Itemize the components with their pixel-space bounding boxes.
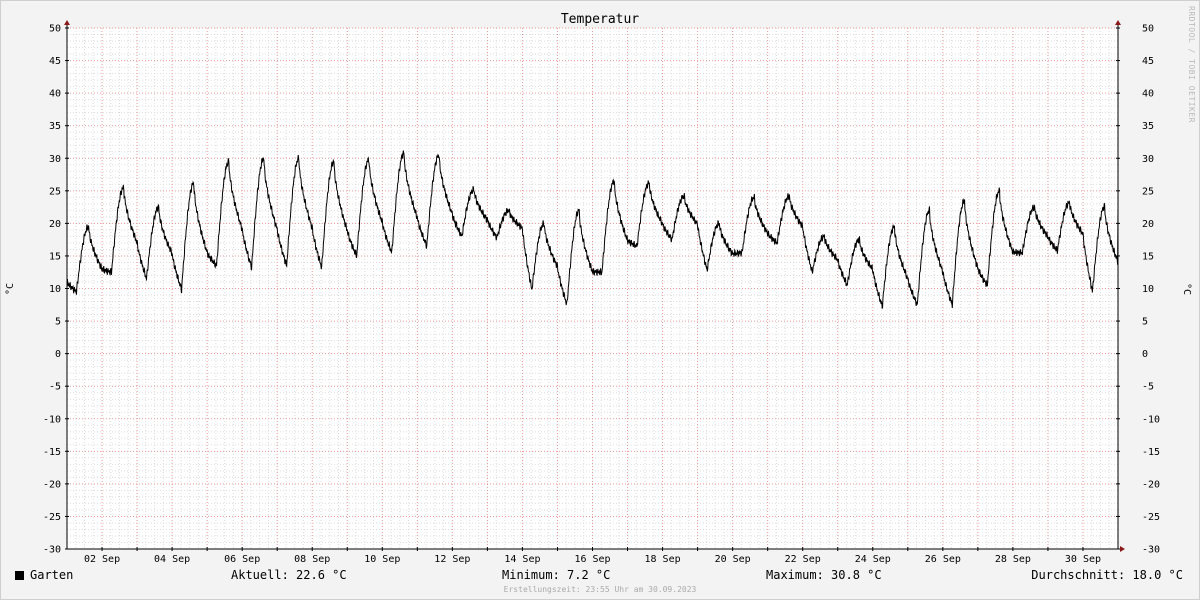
chart-title: Temperatur (561, 12, 639, 27)
x-tick-label: 22 Sep (785, 554, 821, 565)
y-axis-label-left: °C (5, 283, 16, 295)
x-tick-label: 16 Sep (574, 554, 610, 565)
y-tick-label: 15 (49, 251, 61, 262)
rrdtool-watermark: RRDTOOL / TOBI OETIKER (1187, 6, 1196, 123)
y-tick-label: 40 (49, 89, 61, 100)
y-tick-label-right: 50 (1142, 24, 1154, 35)
y-tick-label-right: 5 (1142, 317, 1148, 328)
y-tick-label: -30 (43, 545, 61, 556)
stat-minimum: Minimum: 7.2 °C (502, 568, 611, 582)
x-axis-arrow (1120, 546, 1125, 552)
y-tick-label: 5 (55, 317, 61, 328)
y-tick-label: 45 (49, 56, 61, 67)
legend-swatch (15, 571, 24, 580)
y-tick-label: 20 (49, 219, 61, 230)
stat-maximum: Maximum: 30.8 °C (766, 568, 882, 582)
x-tick-label: 14 Sep (504, 554, 540, 565)
y-tick-label-right: -15 (1142, 447, 1160, 458)
temperature-chart: -30 -30 -25 -25 -20 -20 -15 -15 -10 -10 -5 -5 0 0 5 5 10… (5, 12, 1192, 565)
stat-average: Durchschnitt: 18.0 °C (1031, 568, 1183, 582)
stat-current: Aktuell: 22.6 °C (231, 568, 347, 582)
x-tick-label: 20 Sep (715, 554, 751, 565)
y-axis-arrow-right (1115, 20, 1121, 25)
y-tick-label-right: 30 (1142, 154, 1154, 165)
x-tick-labels: 02 Sep 04 Sep 06 Sep 08 Sep 10 Sep 12 Sep 14 S… (84, 554, 1101, 565)
y-tick-label: 25 (49, 186, 61, 197)
x-tick-label: 30 Sep (1065, 554, 1101, 565)
y-tick-label: -25 (43, 512, 61, 523)
y-tick-label-right: -30 (1142, 545, 1160, 556)
y-tick-label-right: 25 (1142, 186, 1154, 197)
y-tick-label-right: 40 (1142, 89, 1154, 100)
y-tick-label-right: 0 (1142, 349, 1148, 360)
y-tick-label: -20 (43, 479, 61, 490)
y-axis-label-right: °C (1181, 283, 1192, 295)
x-tick-label: 28 Sep (995, 554, 1031, 565)
y-tick-label-right: 15 (1142, 251, 1154, 262)
y-tick-label: 10 (49, 284, 61, 295)
y-tick-label: -5 (49, 382, 61, 393)
x-tick-label: 12 Sep (434, 554, 470, 565)
y-tick-label-right: -20 (1142, 479, 1160, 490)
y-tick-label-right: -25 (1142, 512, 1160, 523)
x-tick-label: 08 Sep (294, 554, 330, 565)
x-tick-label: 02 Sep (84, 554, 120, 565)
x-tick-label: 06 Sep (224, 554, 260, 565)
creation-time: Erstellungszeit: 23:55 Uhr am 30.09.2023 (503, 585, 697, 594)
y-tick-label-right: -5 (1142, 382, 1154, 393)
y-tick-label-right: 10 (1142, 284, 1154, 295)
x-tick-label: 24 Sep (855, 554, 891, 565)
x-tick-label: 26 Sep (925, 554, 961, 565)
x-tick-label: 04 Sep (154, 554, 190, 565)
y-tick-label: 35 (49, 121, 61, 132)
y-tick-label: 50 (49, 24, 61, 35)
x-tick-label: 18 Sep (645, 554, 681, 565)
y-tick-label-right: -10 (1142, 414, 1160, 425)
y-tick-label: 30 (49, 154, 61, 165)
y-tick-label: -10 (43, 414, 61, 425)
x-tick-label: 10 Sep (364, 554, 400, 565)
y-tick-label: 0 (55, 349, 61, 360)
y-tick-label: -15 (43, 447, 61, 458)
y-tick-label-right: 45 (1142, 56, 1154, 67)
legend-series-name: Garten (30, 568, 74, 582)
y-tick-label-right: 20 (1142, 219, 1154, 230)
y-axis-arrow-left (64, 20, 70, 25)
y-tick-label-right: 35 (1142, 121, 1154, 132)
